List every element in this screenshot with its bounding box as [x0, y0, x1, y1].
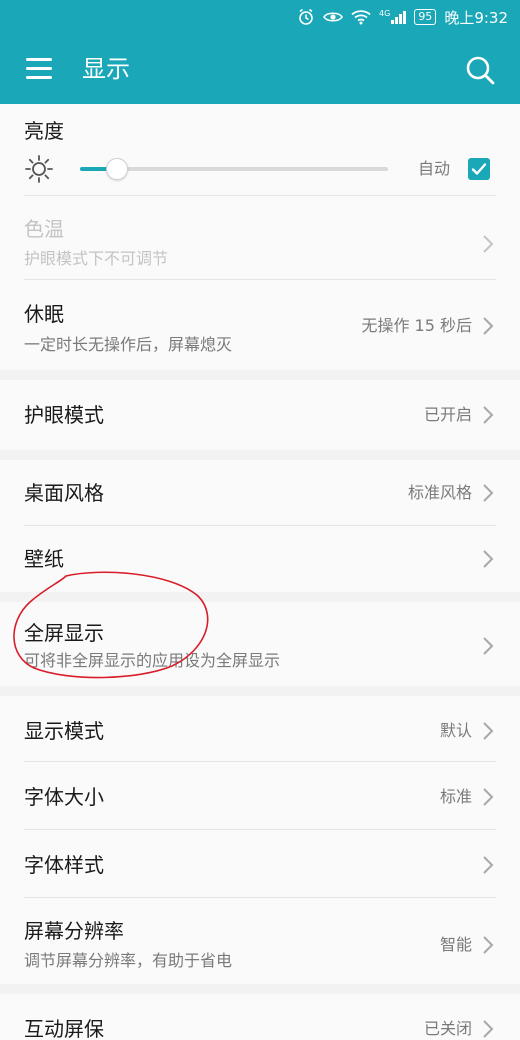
- chevron-right-icon: [483, 484, 494, 502]
- font-style-row[interactable]: 字体样式: [0, 830, 520, 898]
- auto-brightness-label: 自动: [417, 159, 450, 178]
- eye-comfort-title: 护眼模式: [24, 403, 104, 427]
- card-display-basics: 亮度 自动 色温 护眼模式下不可调节 休眠 一定时长无操作后，屏幕熄灭 无操作 …: [0, 104, 520, 370]
- home-style-title: 桌面风格: [24, 481, 104, 505]
- brightness-row: 亮度 自动: [0, 104, 520, 196]
- full-screen-display-title: 全屏显示: [24, 621, 104, 645]
- screensaver-row[interactable]: 互动屏保 已关闭: [0, 994, 520, 1040]
- display-mode-value: 默认: [439, 721, 472, 740]
- alarm-icon: [299, 8, 313, 25]
- status-icons: 4G 95 晚上9:32: [297, 7, 508, 27]
- network-type: 4G: [379, 9, 391, 18]
- card-text-and-resolution: 显示模式 默认 字体大小 标准 字体样式 屏幕分辨率 调节屏幕分辨率，有助于省电…: [0, 696, 520, 984]
- eye-comfort-value: 已开启: [423, 405, 472, 424]
- screensaver-title: 互动屏保: [24, 1017, 104, 1040]
- auto-brightness-checkbox[interactable]: [468, 158, 490, 180]
- color-temperature-subtitle: 护眼模式下不可调节: [24, 249, 169, 268]
- battery-level: 95: [414, 9, 437, 25]
- sleep-value: 无操作 15 秒后: [361, 316, 472, 335]
- screen-resolution-row[interactable]: 屏幕分辨率 调节屏幕分辨率，有助于省电 智能: [0, 898, 520, 984]
- menu-icon[interactable]: [26, 58, 52, 80]
- chevron-right-icon: [483, 722, 494, 740]
- sleep-title: 休眠: [24, 302, 64, 326]
- chevron-right-icon: [483, 406, 494, 424]
- signal-bars: [391, 10, 407, 24]
- brightness-slider-thumb[interactable]: [105, 158, 128, 180]
- page-title: 显示: [82, 55, 130, 83]
- display-mode-title: 显示模式: [24, 719, 104, 743]
- font-size-value: 标准: [439, 787, 472, 806]
- chevron-right-icon: [483, 856, 494, 874]
- chevron-right-icon: [483, 317, 494, 335]
- search-icon[interactable]: [464, 54, 496, 86]
- card-full-screen: 全屏显示 可将非全屏显示的应用设为全屏显示: [0, 602, 520, 686]
- font-size-title: 字体大小: [24, 785, 104, 809]
- color-temperature-title: 色温: [24, 217, 64, 241]
- font-style-title: 字体样式: [24, 853, 104, 877]
- chevron-right-icon: [483, 1020, 494, 1038]
- card-eye-comfort: 护眼模式 已开启: [0, 380, 520, 450]
- brightness-slider[interactable]: [80, 158, 388, 180]
- font-size-row[interactable]: 字体大小 标准: [0, 762, 520, 830]
- chevron-right-icon: [483, 550, 494, 568]
- status-bar: 4G 95 晚上9:32: [0, 0, 520, 34]
- eye-comfort-row[interactable]: 护眼模式 已开启: [0, 380, 520, 450]
- sleep-row[interactable]: 休眠 一定时长无操作后，屏幕熄灭 无操作 15 秒后: [0, 280, 520, 370]
- screen-resolution-title: 屏幕分辨率: [24, 919, 124, 943]
- chevron-right-icon: [483, 936, 494, 954]
- display-mode-row[interactable]: 显示模式 默认: [0, 696, 520, 762]
- card-screensaver: 互动屏保 已关闭: [0, 994, 520, 1040]
- color-temperature-row: 色温 护眼模式下不可调节: [0, 196, 520, 280]
- signal-icon: 4G: [379, 9, 407, 24]
- home-style-row[interactable]: 桌面风格 标准风格: [0, 460, 520, 526]
- clock: 晚上9:32: [444, 8, 508, 27]
- card-home-screen: 桌面风格 标准风格 壁纸: [0, 460, 520, 592]
- screensaver-value: 已关闭: [423, 1019, 472, 1038]
- wallpaper-row[interactable]: 壁纸: [0, 526, 520, 592]
- screen-resolution-subtitle: 调节屏幕分辨率，有助于省电: [24, 951, 233, 970]
- brightness-label: 亮度: [24, 119, 64, 143]
- chevron-right-icon: [483, 788, 494, 806]
- chevron-right-icon: [483, 235, 494, 253]
- home-style-value: 标准风格: [407, 483, 472, 502]
- chevron-right-icon: [483, 637, 494, 655]
- settings-list: 亮度 自动 色温 护眼模式下不可调节 休眠 一定时长无操作后，屏幕熄灭 无操作 …: [0, 104, 520, 1040]
- check-icon: [471, 163, 487, 175]
- eye-icon: [323, 12, 343, 22]
- full-screen-display-row[interactable]: 全屏显示 可将非全屏显示的应用设为全屏显示: [0, 602, 520, 686]
- sleep-subtitle: 一定时长无操作后，屏幕熄灭: [24, 335, 233, 354]
- brightness-icon: [25, 155, 53, 183]
- full-screen-display-subtitle: 可将非全屏显示的应用设为全屏显示: [24, 651, 281, 670]
- wallpaper-title: 壁纸: [24, 547, 64, 571]
- app-bar: 显示: [0, 34, 520, 104]
- wifi-icon: [351, 10, 371, 25]
- screen-resolution-value: 智能: [439, 935, 472, 954]
